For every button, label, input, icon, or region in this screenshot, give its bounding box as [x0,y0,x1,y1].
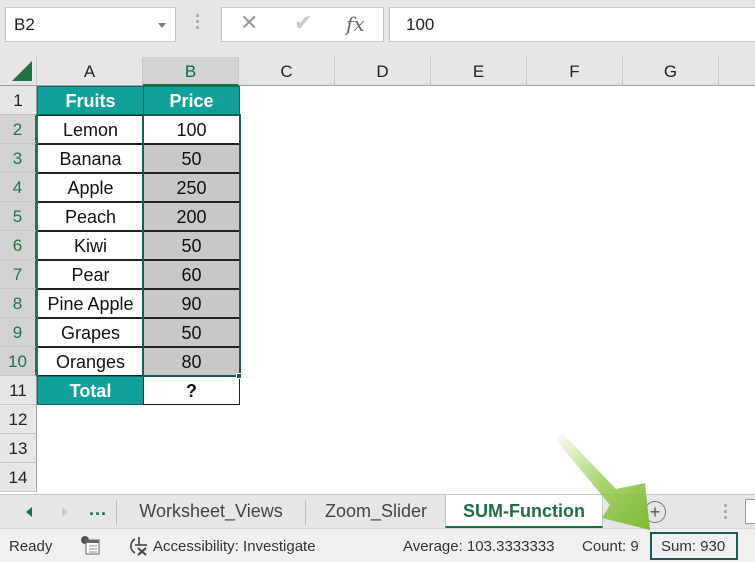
name-box[interactable]: B2 [5,7,176,42]
cell-price[interactable]: 50 [143,318,240,347]
insert-function-icon[interactable]: fx [346,12,365,36]
name-box-value: B2 [14,15,35,34]
column-header-f[interactable]: F [527,57,623,86]
row-header-5[interactable]: 5 [0,202,37,231]
tab-worksheet-views[interactable]: Worksheet_Views [122,495,300,528]
fill-handle[interactable] [236,373,242,379]
spreadsheet-grid: A B C D E F G 1 2 3 4 5 6 7 8 9 10 11 12… [0,57,755,494]
row-header-6[interactable]: 6 [0,231,37,260]
row-header-11[interactable]: 11 [0,376,37,405]
cell-fruit[interactable]: Pine Apple [37,289,144,318]
cell-price[interactable]: 60 [143,260,240,289]
status-mode: Ready [9,538,53,555]
cancel-icon[interactable]: ✕ [240,11,258,36]
status-count[interactable]: Count: 9 [582,538,639,555]
status-sum: Sum: 930 [661,538,726,555]
scroll-tabs-right-icon[interactable] [62,507,68,517]
accessibility-status[interactable]: Accessibility: Investigate [153,538,316,555]
cell-b1-price-header[interactable]: Price [143,86,240,115]
scroll-tabs-left-icon[interactable] [26,507,32,517]
sheet-tab-bar: ... Worksheet_Views Zoom_Slider SUM-Func… [0,494,755,528]
formula-bar: B2 ✕ ✔ fx 100 [0,0,755,50]
cell-total-label[interactable]: Total [37,376,144,405]
accessibility-icon[interactable] [128,536,150,556]
tab-split-handle-icon[interactable] [724,504,727,522]
row-header-12[interactable]: 12 [0,405,37,434]
horizontal-scrollbar[interactable] [745,499,755,524]
cell-price[interactable]: 200 [143,202,240,231]
select-all-icon [12,61,32,81]
cell-fruit[interactable]: Kiwi [37,231,144,260]
column-header-b[interactable]: B [143,57,239,86]
column-header-a[interactable]: A [37,57,143,86]
drag-handle-icon[interactable] [196,14,199,34]
row-header-2[interactable]: 2 [0,115,37,144]
cell-price[interactable]: 80 [143,347,240,376]
cell-fruit[interactable]: Grapes [37,318,144,347]
cell-price[interactable]: 250 [143,173,240,202]
status-bar: Ready Accessibility: Investigate Average… [0,528,755,562]
cell-price-active[interactable]: 100 [143,115,240,144]
cell-total-value[interactable]: ? [143,376,240,405]
formula-buttons: ✕ ✔ fx [221,7,384,42]
row-header-14[interactable]: 14 [0,463,37,492]
cell-fruit[interactable]: Oranges [37,347,144,376]
column-header-c[interactable]: C [239,57,335,86]
cell-price[interactable]: 50 [143,144,240,173]
column-header-g[interactable]: G [623,57,719,86]
cell-price[interactable]: 50 [143,231,240,260]
row-header-8[interactable]: 8 [0,289,37,318]
tab-divider [116,500,117,525]
row-header-4[interactable]: 4 [0,173,37,202]
select-all-button[interactable] [0,57,37,86]
tab-zoom-slider[interactable]: Zoom_Slider [310,495,442,528]
macro-recording-icon[interactable] [80,536,100,555]
row-header-13[interactable]: 13 [0,434,37,463]
tab-divider [305,500,306,525]
add-sheet-button[interactable]: + [644,501,666,523]
status-average[interactable]: Average: 103.3333333 [403,538,555,555]
row-header-10[interactable]: 10 [0,347,37,376]
column-header-h[interactable] [719,57,755,86]
status-sum-highlight[interactable]: Sum: 930 [650,532,738,560]
row-header-1[interactable]: 1 [0,86,37,115]
enter-icon[interactable]: ✔ [294,11,312,36]
column-header-e[interactable]: E [431,57,527,86]
cell-fruit[interactable]: Pear [37,260,144,289]
cell-a1-fruits-header[interactable]: Fruits [37,86,144,115]
cell-fruit[interactable]: Apple [37,173,144,202]
cell-fruit[interactable]: Banana [37,144,144,173]
more-sheets-button[interactable]: ... [89,499,107,520]
row-header-7[interactable]: 7 [0,260,37,289]
formula-input[interactable]: 100 [389,7,755,42]
tab-sum-function[interactable]: SUM-Function [445,495,603,528]
row-header-3[interactable]: 3 [0,144,37,173]
cell-price[interactable]: 90 [143,289,240,318]
column-header-d[interactable]: D [335,57,431,86]
cell-fruit[interactable]: Lemon [37,115,144,144]
cell-fruit[interactable]: Peach [37,202,144,231]
chevron-down-icon[interactable] [158,23,166,28]
row-header-9[interactable]: 9 [0,318,37,347]
formula-value: 100 [406,15,435,34]
